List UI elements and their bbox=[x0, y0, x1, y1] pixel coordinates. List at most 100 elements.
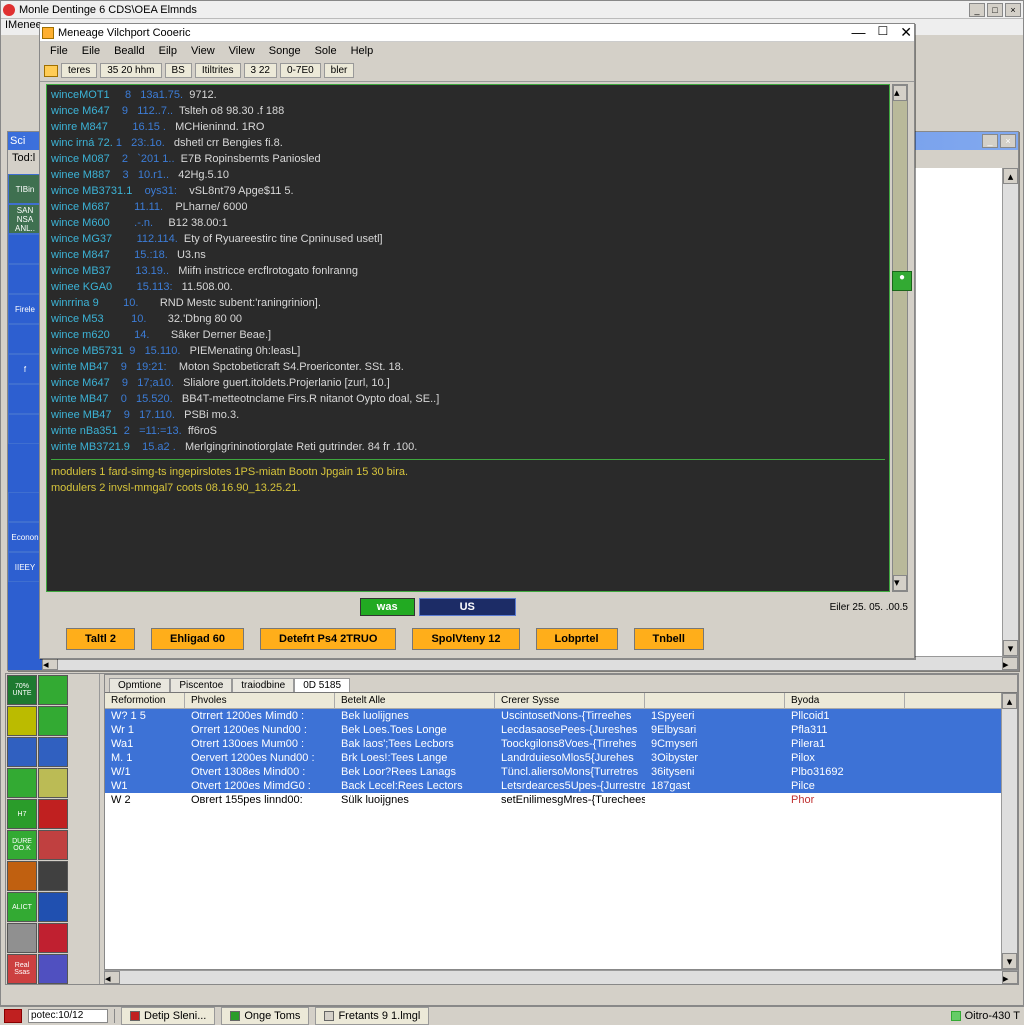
sidebar-btn-8[interactable] bbox=[8, 414, 42, 444]
menu-vilew[interactable]: Vilew bbox=[223, 45, 261, 57]
grid-scroll-h[interactable]: ◂▸ bbox=[104, 970, 1018, 984]
col-0[interactable]: Reformotion bbox=[105, 693, 185, 708]
action-button-4[interactable]: Lobprtel bbox=[536, 628, 618, 650]
sidebar-btn-4[interactable]: Firele bbox=[8, 294, 42, 324]
menu-bealld[interactable]: Bealld bbox=[108, 45, 151, 57]
action-button-3[interactable]: SpolVteny 12 bbox=[412, 628, 519, 650]
sidebar-btn-1[interactable]: SAN NSA ANL.. bbox=[8, 204, 42, 234]
palette-17[interactable] bbox=[38, 923, 68, 953]
tool-btn-6[interactable]: bler bbox=[324, 63, 355, 78]
sidebar2-btn-2[interactable]: IIEEY bbox=[8, 552, 42, 582]
tool-btn-3[interactable]: Itiltrites bbox=[195, 63, 241, 78]
term-line: winte MB3721.9 15.a2 . Merlgingrininotio… bbox=[51, 439, 885, 455]
tab-3[interactable]: 0D 5185 bbox=[294, 678, 350, 692]
action-button-5[interactable]: Tnbell bbox=[634, 628, 704, 650]
status-green-button[interactable]: was bbox=[360, 598, 415, 616]
table-row[interactable]: W1Otvert 1200es MimdG0 :Back Lecel:Rees … bbox=[105, 779, 1017, 793]
table-row[interactable]: Wr 1Oгrеrt 1200es Nund00 :Bek Loes.Toes … bbox=[105, 723, 1017, 737]
palette-3[interactable] bbox=[38, 706, 68, 736]
taskbar-input[interactable] bbox=[28, 1009, 108, 1023]
palette-16[interactable] bbox=[7, 923, 37, 953]
sidebar-btn-3[interactable] bbox=[8, 264, 42, 294]
bg-minimize-button[interactable]: _ bbox=[982, 134, 998, 148]
close-button[interactable]: × bbox=[1005, 3, 1021, 17]
sidebar2-btn-1[interactable]: Econon bbox=[8, 522, 42, 552]
term-maximize-button[interactable]: ☐ bbox=[878, 24, 889, 41]
menu-view[interactable]: View bbox=[185, 45, 221, 57]
tool-btn-5[interactable]: 0-7E0 bbox=[280, 63, 321, 78]
grid-scroll-v[interactable]: ▴▾ bbox=[1001, 693, 1017, 969]
palette-14[interactable]: ALICT bbox=[7, 892, 37, 922]
action-button-1[interactable]: Ehligad 60 bbox=[151, 628, 244, 650]
table-row[interactable]: W? 1 5Otrrert 1200es Mimd0 :Bek luolijgn… bbox=[105, 709, 1017, 723]
grid-body[interactable]: W? 1 5Otrrert 1200es Mimd0 :Bek luolijgn… bbox=[105, 709, 1017, 807]
menu-eile[interactable]: Eile bbox=[76, 45, 106, 57]
task-btn-2[interactable]: Fretants 9 1.lmgl bbox=[315, 1007, 429, 1025]
col-4[interactable] bbox=[645, 693, 785, 708]
col-5[interactable]: Byoda bbox=[785, 693, 905, 708]
palette-11[interactable] bbox=[38, 830, 68, 860]
tray-icon[interactable] bbox=[951, 1011, 961, 1021]
tool-btn-1[interactable]: 35 20 hhm bbox=[100, 63, 161, 78]
tab-1[interactable]: Piscentoe bbox=[170, 678, 232, 692]
sidebar-btn-5[interactable] bbox=[8, 324, 42, 354]
folder-icon[interactable] bbox=[44, 65, 58, 77]
start-icon[interactable] bbox=[4, 1009, 22, 1023]
tab-2[interactable]: traiodbine bbox=[232, 678, 294, 692]
action-button-0[interactable]: Taltl 2 bbox=[66, 628, 135, 650]
palette-4[interactable] bbox=[7, 737, 37, 767]
sidebar2-btn-0[interactable] bbox=[8, 492, 42, 522]
term-scroll-v[interactable]: ▴ ▾ bbox=[892, 84, 908, 592]
menu-help[interactable]: Help bbox=[345, 45, 380, 57]
table-row[interactable]: Wa1Otrert 130oes Mum00 :Bak laos';Tees L… bbox=[105, 737, 1017, 751]
menu-sole[interactable]: Sole bbox=[309, 45, 343, 57]
side-green-button[interactable]: ● bbox=[892, 271, 912, 291]
palette-8[interactable]: H7 bbox=[7, 799, 37, 829]
tool-btn-0[interactable]: teres bbox=[61, 63, 97, 78]
palette-13[interactable] bbox=[38, 861, 68, 891]
palette-0[interactable]: 70% UNTE bbox=[7, 675, 37, 705]
term-app-icon bbox=[42, 27, 54, 39]
palette-19[interactable] bbox=[38, 954, 68, 984]
palette-7[interactable] bbox=[38, 768, 68, 798]
menu-songe[interactable]: Songe bbox=[263, 45, 307, 57]
palette-9[interactable] bbox=[38, 799, 68, 829]
table-row[interactable]: M. 1Oervert 1200es Nund00 :Brk Loes!:Tee… bbox=[105, 751, 1017, 765]
term-line: wince MB5731 9 15.110. PIEMenating 0h:le… bbox=[51, 343, 885, 359]
term-minimize-button[interactable]: — bbox=[852, 24, 866, 41]
action-button-2[interactable]: Detefrt Ps4 2TRUO bbox=[260, 628, 396, 650]
term-line: winee M887 3 10.r1.. 42Hg.5.10 bbox=[51, 167, 885, 183]
table-row[interactable]: W/1Otvert 1308es Mind00 :Bek Loor?Rees L… bbox=[105, 765, 1017, 779]
term-close-button[interactable]: ✕ bbox=[900, 24, 912, 41]
tool-btn-4[interactable]: 3 22 bbox=[244, 63, 277, 78]
task-btn-1[interactable]: Onge Toms bbox=[221, 1007, 309, 1025]
sidebar-btn-7[interactable] bbox=[8, 384, 42, 414]
bg-scroll-v[interactable]: ▴▾ bbox=[1002, 168, 1018, 656]
menu-file[interactable]: File bbox=[44, 45, 74, 57]
palette-5[interactable] bbox=[38, 737, 68, 767]
maximize-button[interactable]: □ bbox=[987, 3, 1003, 17]
palette-12[interactable] bbox=[7, 861, 37, 891]
sidebar-btn-2[interactable] bbox=[8, 234, 42, 264]
sidebar-btn-0[interactable]: TIBin bbox=[8, 174, 42, 204]
minimize-button[interactable]: _ bbox=[969, 3, 985, 17]
col-1[interactable]: Phvoles bbox=[185, 693, 335, 708]
term-titlebar[interactable]: Meneage Vilchport Cooeric — ☐ ✕ bbox=[40, 24, 914, 42]
palette-6[interactable] bbox=[7, 768, 37, 798]
palette-18[interactable]: Real Ssas bbox=[7, 954, 37, 984]
tab-0[interactable]: Opmtione bbox=[109, 678, 170, 692]
col-3[interactable]: Crerer Sysse bbox=[495, 693, 645, 708]
terminal-body[interactable]: winceMOT1 8 13a1.75. 9712.wince M647 9 1… bbox=[46, 84, 890, 592]
tool-btn-2[interactable]: BS bbox=[165, 63, 192, 78]
table-row[interactable]: W 2Oвrert 155pes linnd00:Sülk luoijgness… bbox=[105, 793, 1017, 807]
col-2[interactable]: Betelt Alle bbox=[335, 693, 495, 708]
bg-close-button[interactable]: × bbox=[1000, 134, 1016, 148]
palette-2[interactable] bbox=[7, 706, 37, 736]
menu-eilp[interactable]: Eilp bbox=[153, 45, 183, 57]
palette-1[interactable] bbox=[38, 675, 68, 705]
sidebar-btn-6[interactable]: f bbox=[8, 354, 42, 384]
task-btn-0[interactable]: Detip Sleni... bbox=[121, 1007, 215, 1025]
status-blue-button[interactable]: US bbox=[419, 598, 516, 616]
palette-10[interactable]: DURE OO.K bbox=[7, 830, 37, 860]
palette-15[interactable] bbox=[38, 892, 68, 922]
